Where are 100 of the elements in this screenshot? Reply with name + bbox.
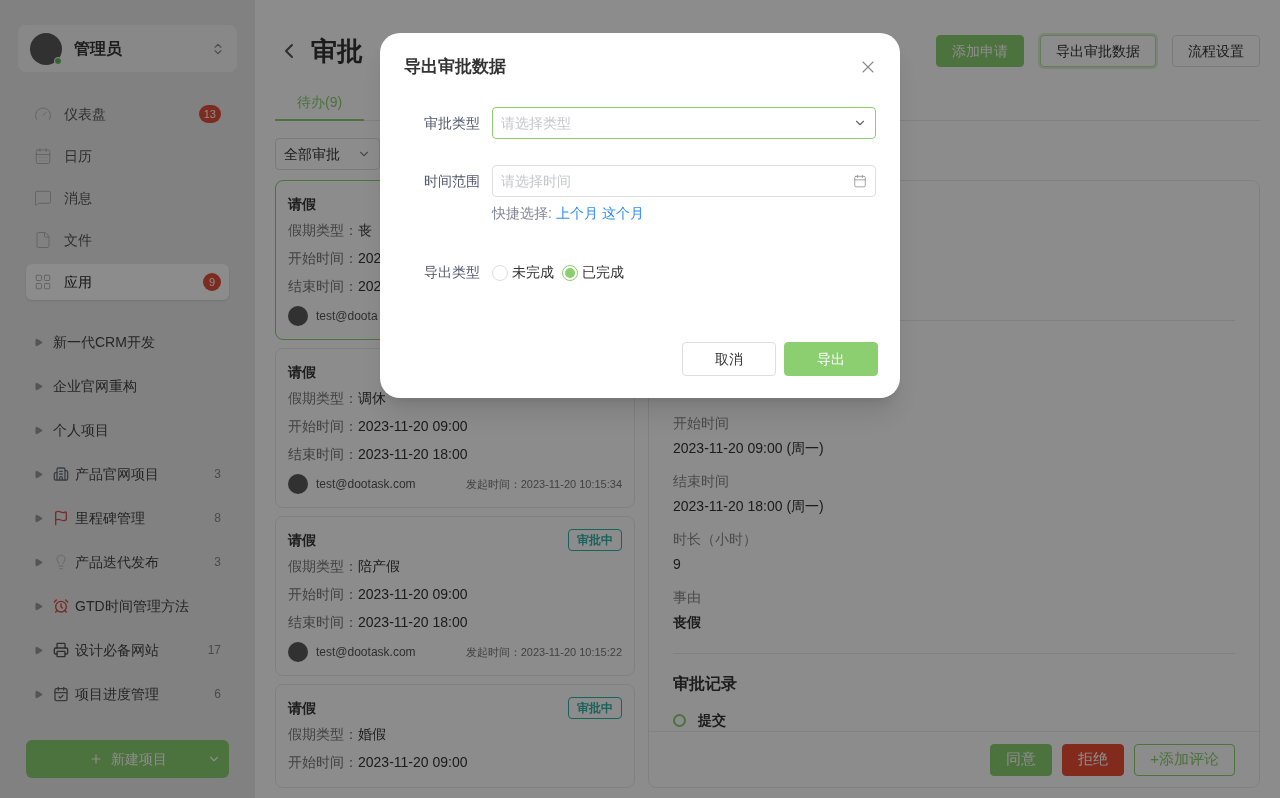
field-label: 假期类型： — [288, 724, 358, 744]
radio-option[interactable]: 已完成 — [562, 262, 624, 283]
avatar — [30, 32, 62, 65]
field-value: 2023-11-20 09:00 — [358, 584, 468, 604]
project-item[interactable]: 个人项目 — [34, 408, 221, 452]
action-button[interactable]: 拒绝 — [1062, 743, 1125, 776]
alarm-clock-icon — [53, 598, 69, 614]
card-title: 请假 — [288, 194, 316, 214]
field-label: 审批类型 — [423, 113, 481, 133]
nav-label: 仪表盘 — [64, 104, 107, 124]
field-value: 调休 — [358, 388, 386, 408]
project-name: 新一代CRM开发 — [53, 332, 156, 352]
field-label: 时间范围 — [423, 171, 481, 191]
field-value: 202 — [358, 248, 382, 268]
field-label: 开始时间： — [288, 248, 358, 268]
approval-card[interactable]: 请假 审批中 假期类型：婚假 开始时间：2023-11-20 09:00 — [275, 684, 635, 788]
field-label: 导出类型 — [423, 263, 481, 282]
nav-label: 文件 — [64, 230, 93, 250]
expand-arrow-icon — [34, 601, 43, 611]
project-item[interactable]: GTD时间管理方法 — [34, 584, 221, 628]
expand-arrow-icon — [34, 425, 43, 435]
project-item[interactable]: 新一代CRM开发 — [34, 320, 221, 364]
plus-icon — [88, 752, 103, 766]
expand-arrow-icon — [34, 381, 43, 391]
field-label: 开始时间： — [288, 584, 358, 604]
nav-label: 应用 — [64, 272, 93, 292]
user-card[interactable]: 管理员 — [18, 25, 237, 72]
quick-link[interactable]: 这个月 — [601, 203, 644, 224]
nav-item[interactable]: 文件 — [26, 222, 229, 258]
project-name: 个人项目 — [53, 420, 110, 440]
project-name: GTD时间管理方法 — [75, 596, 190, 616]
detail-label: 开始时间 — [673, 414, 730, 433]
count-badge: 13 — [198, 105, 221, 123]
page-title: 审批 — [311, 34, 363, 68]
header-button[interactable]: 流程设置 — [1172, 35, 1260, 67]
record-label: 提交 — [698, 711, 726, 730]
field-value: 2023-11-20 09:00 — [358, 416, 468, 436]
nav-item[interactable]: 日历 — [26, 138, 229, 174]
field-value: 丧 — [358, 220, 372, 240]
detail-value: 2023-11-20 18:00 (周一) — [673, 497, 825, 516]
submitted-time: 发起时间：2023-11-20 10:15:34 — [465, 476, 622, 492]
card-title: 请假 — [288, 530, 316, 550]
calendar-icon — [53, 686, 69, 702]
avatar — [288, 474, 308, 494]
project-name: 设计必备网站 — [75, 640, 160, 660]
project-item[interactable]: 企业官网重构 — [34, 364, 221, 408]
field-label: 假期类型： — [288, 388, 358, 408]
user-email: test@doota — [316, 308, 379, 325]
dialog-title: 导出审批数据 — [404, 56, 506, 79]
expand-arrow-icon — [34, 469, 43, 479]
expand-arrow-icon — [34, 513, 43, 523]
status-tag: 审批中 — [568, 697, 622, 719]
project-name: 里程碑管理 — [75, 508, 146, 528]
nav-item[interactable]: 消息 — [26, 180, 229, 216]
field-value: 2023-11-20 09:00 — [358, 752, 468, 772]
nav-item[interactable]: 仪表盘 13 — [26, 96, 229, 132]
field-label: 假期类型： — [288, 220, 358, 240]
expand-arrow-icon — [34, 645, 43, 655]
calendar-icon — [34, 147, 52, 165]
avatar — [288, 306, 308, 326]
nav-label: 消息 — [64, 188, 93, 208]
dialog-button[interactable]: 取消 — [682, 342, 776, 376]
grid-icon — [34, 273, 52, 291]
detail-value: 2023-11-20 09:00 (周一) — [673, 439, 825, 458]
detail-label: 时长（小时） — [673, 530, 758, 549]
field-label: 结束时间： — [288, 444, 358, 464]
field-value: 婚假 — [358, 724, 386, 744]
field-label: 开始时间： — [288, 752, 358, 772]
field-value: 202 — [358, 276, 382, 296]
expand-arrow-icon — [34, 337, 43, 347]
user-email: test@dootask.com — [316, 644, 417, 661]
user-email: test@dootask.com — [316, 476, 417, 493]
nav-item[interactable]: 应用 9 — [26, 264, 229, 300]
detail-value: 丧假 — [673, 613, 702, 632]
calendar-icon — [853, 174, 867, 188]
field-label: 假期类型： — [288, 556, 358, 576]
status-tag: 审批中 — [568, 529, 622, 551]
field-label: 开始时间： — [288, 416, 358, 436]
header-button[interactable]: 导出审批数据 — [1040, 35, 1156, 67]
detail-label: 结束时间 — [673, 472, 730, 491]
section-title: 审批记录 — [673, 675, 737, 692]
project-name: 项目进度管理 — [75, 684, 160, 704]
building-icon — [53, 466, 69, 482]
card-title: 请假 — [288, 698, 316, 718]
radio-option[interactable]: 未完成 — [492, 262, 554, 283]
field-label: 结束时间： — [288, 276, 358, 296]
quick-select-label: 快捷选择: — [492, 204, 552, 223]
field-value: 陪产假 — [358, 556, 400, 576]
project-name: 产品迭代发布 — [75, 552, 160, 572]
filter-select[interactable]: 全部审批 — [275, 138, 380, 170]
quick-link[interactable]: 上个月 — [555, 203, 598, 224]
field-label: 结束时间： — [288, 612, 358, 632]
file-icon — [34, 231, 52, 249]
card-title: 请假 — [288, 362, 316, 382]
detail-label: 事由 — [673, 588, 702, 607]
printer-icon — [53, 642, 69, 658]
chat-icon — [34, 189, 52, 207]
dashboard-icon — [34, 105, 52, 123]
approval-card[interactable]: 请假 审批中 假期类型：陪产假 开始时间：2023-11-20 09:00 结束时间：2023-11-20 18:00 test@dootask.com 发起时间：2023-11-20 10:15:22 — [275, 516, 635, 676]
expand-arrow-icon — [34, 557, 43, 567]
